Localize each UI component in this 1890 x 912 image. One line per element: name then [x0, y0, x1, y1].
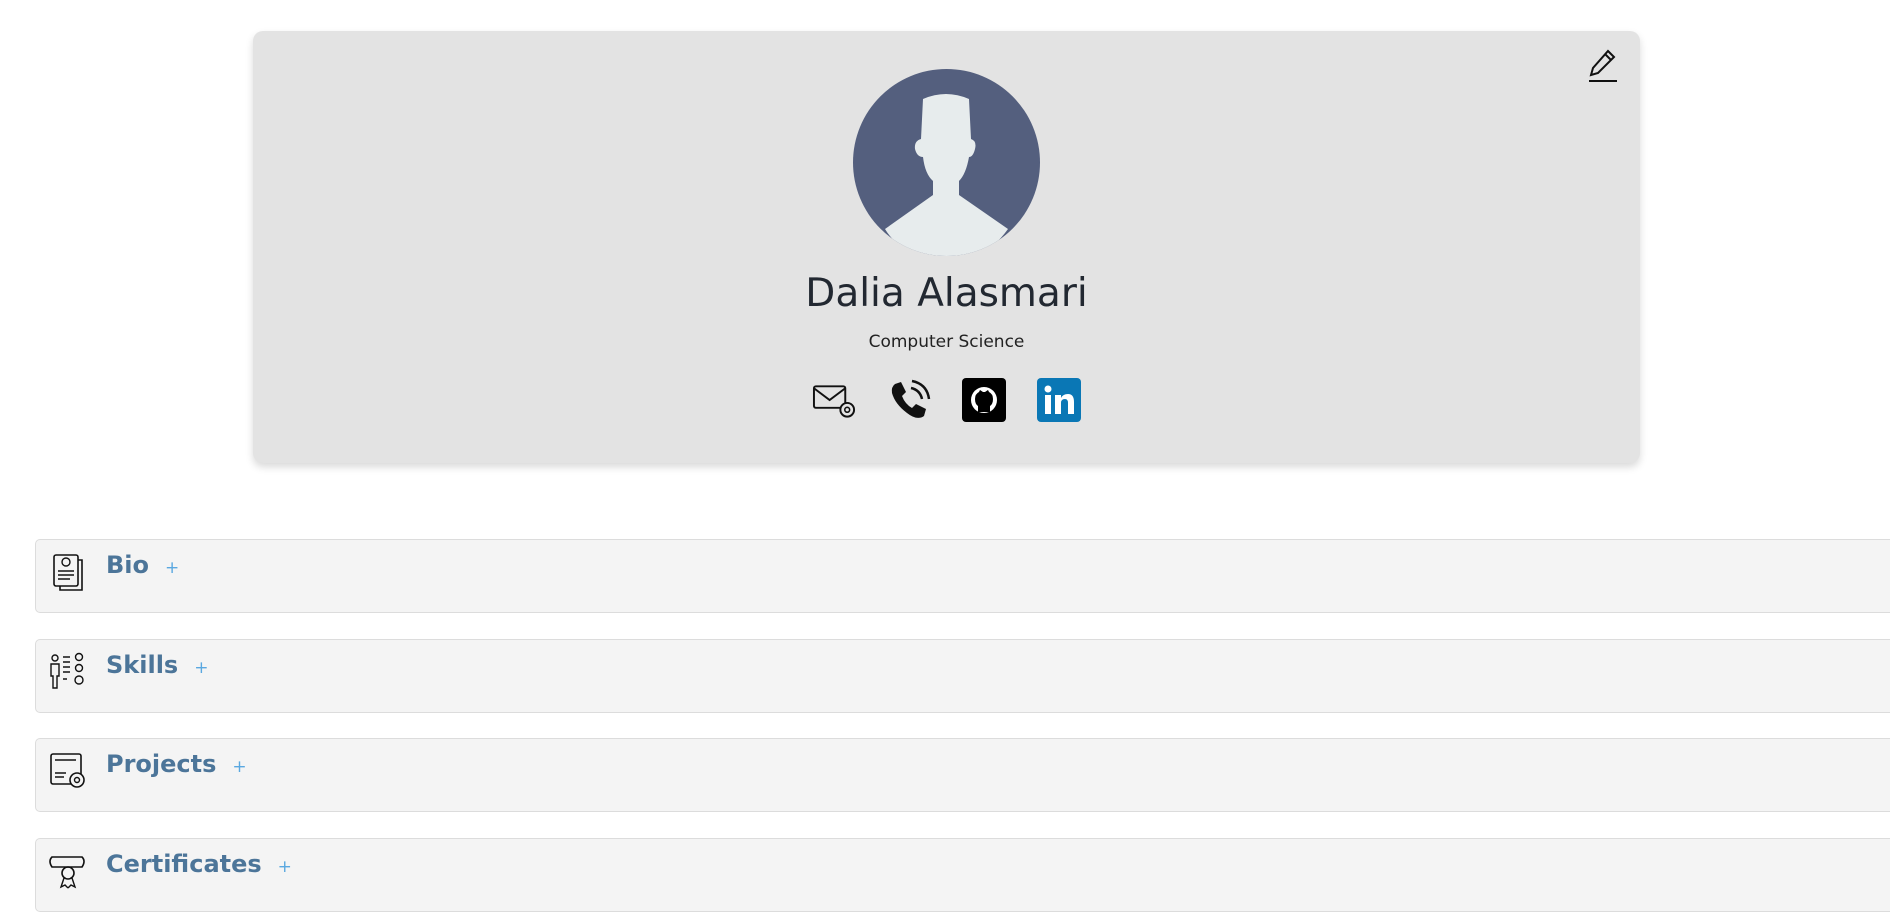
section-title: Skills [106, 651, 179, 679]
section-skills: Skills + [35, 639, 1890, 713]
profile-card: Dalia Alasmari Computer Science [253, 31, 1640, 463]
section-title: Bio [106, 551, 150, 579]
section-projects: Projects + [35, 738, 1890, 812]
section-title: Projects [106, 750, 217, 778]
avatar [853, 69, 1040, 256]
email-icon [812, 384, 855, 418]
section-bio: Bio + [35, 539, 1890, 613]
add-skill-button[interactable]: + [194, 658, 208, 678]
certificate-icon [49, 856, 85, 889]
linkedin-icon [1037, 377, 1081, 422]
add-project-button[interactable]: + [232, 757, 246, 777]
phone-link[interactable] [887, 377, 932, 422]
pencil-icon [1589, 49, 1617, 82]
section-certificates: Certificates + [35, 838, 1890, 912]
linkedin-link[interactable] [1037, 377, 1082, 422]
section-title: Certificates [106, 850, 262, 878]
skills-icon [50, 652, 84, 689]
github-link[interactable] [962, 377, 1007, 422]
edit-profile-button[interactable] [1586, 45, 1620, 85]
email-link[interactable] [812, 377, 857, 422]
add-bio-button[interactable]: + [165, 558, 179, 578]
profile-major: Computer Science [868, 332, 1025, 352]
add-certificate-button[interactable]: + [278, 857, 292, 877]
project-icon [50, 753, 85, 788]
profile-name: Dalia Alasmari [805, 271, 1088, 316]
resume-icon [53, 554, 83, 591]
github-icon [962, 377, 1006, 422]
phone-icon [891, 379, 931, 418]
